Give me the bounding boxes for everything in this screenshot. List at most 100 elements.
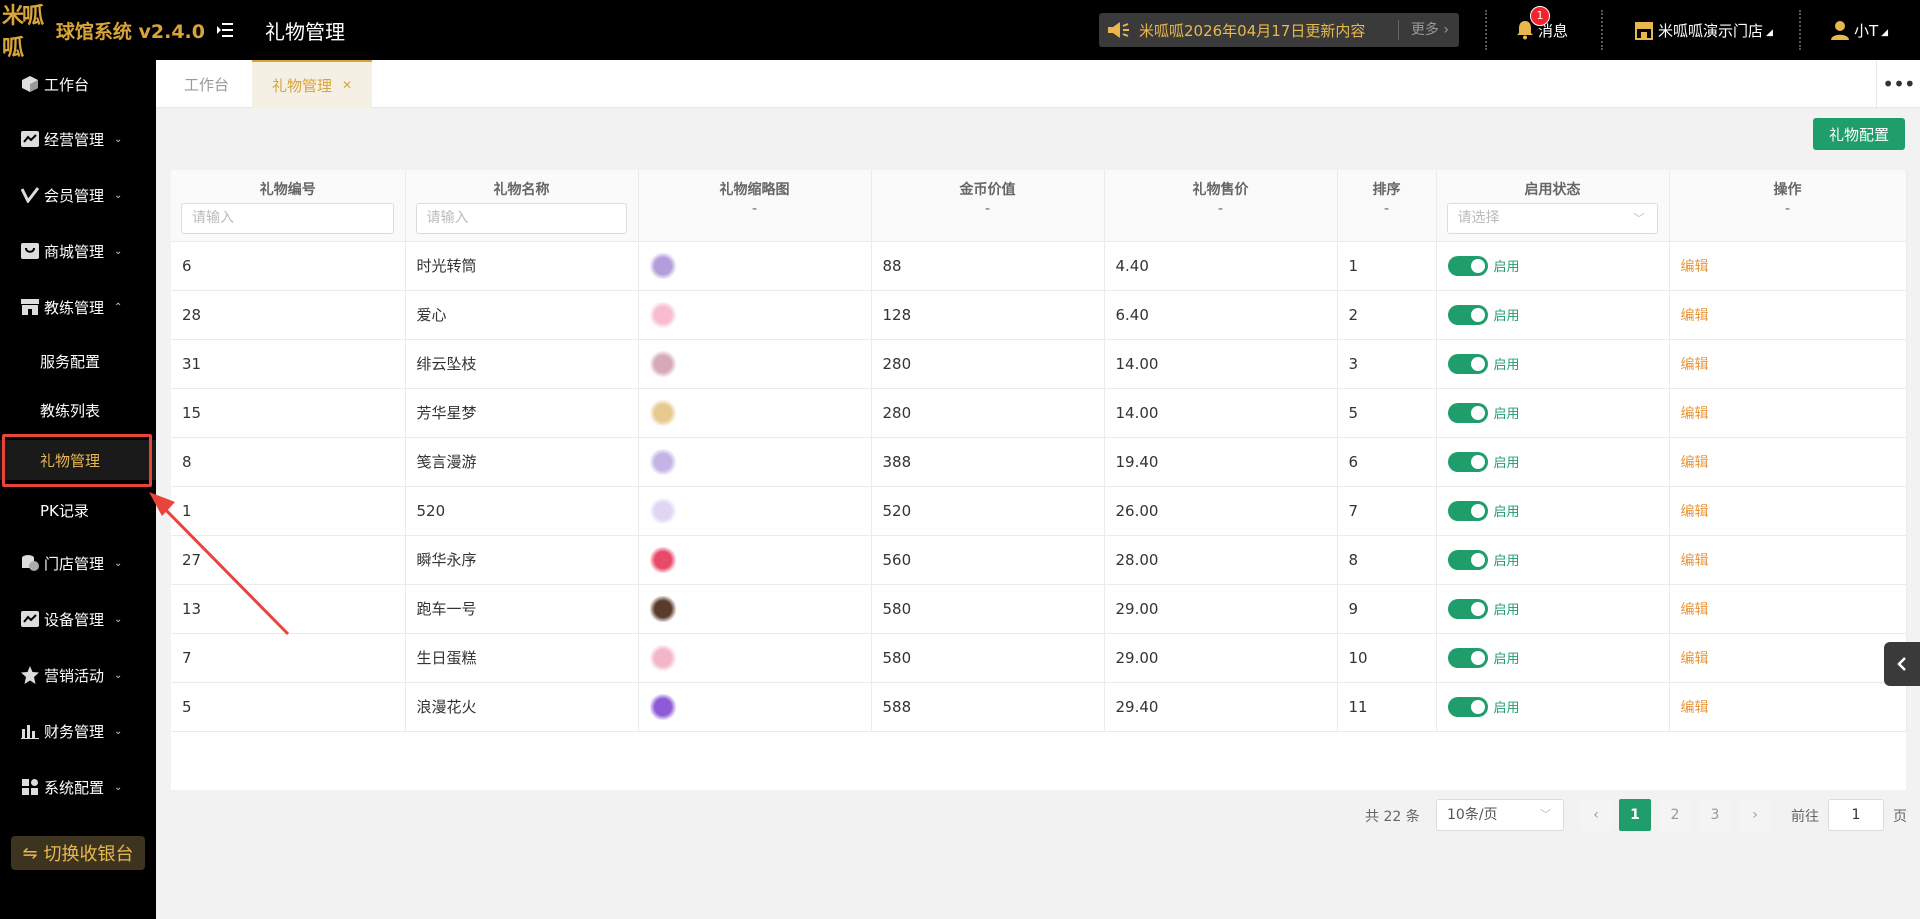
gift-thumbnail[interactable] <box>649 644 676 671</box>
cell-gift-id: 27 <box>171 535 406 585</box>
sidebar-subitem-service-config[interactable]: 服务配置 <box>0 341 156 381</box>
col-header-coin: 金币价值 - <box>871 170 1105 242</box>
page-size-select[interactable]: 10条/页 ﹀ <box>1436 799 1564 831</box>
page-button-3[interactable]: 3 <box>1699 799 1731 831</box>
status-toggle[interactable] <box>1447 647 1488 668</box>
sidebar-item-workbench[interactable]: 工作台 <box>0 64 156 104</box>
user-menu[interactable]: 小T ◢ <box>1830 0 1888 60</box>
edit-link[interactable]: 编辑 <box>1681 455 1709 471</box>
cell-gift-id: 6 <box>171 241 406 291</box>
status-filter-select[interactable]: 请选择 ﹀ <box>1446 203 1658 234</box>
status-toggle[interactable] <box>1447 500 1488 521</box>
cell-gift-name: 生日蛋糕 <box>405 633 639 683</box>
notice-more-link[interactable]: 更多 › <box>1397 20 1459 40</box>
sidebar-item-label: 营销活动 <box>44 666 105 685</box>
cell-status: 启用 <box>1436 584 1670 634</box>
collapse-menu-button[interactable] <box>205 0 245 60</box>
cell-gift-id: 15 <box>171 388 406 438</box>
table-row: 6 时光转筒 88 4.40 1 启用 编辑 <box>171 241 1907 291</box>
gift-table: 礼物编号 请输入 礼物名称 请输入 礼物缩略图 - 金币价值 - 礼物售价 - 排序 - 启… <box>171 170 1907 790</box>
status-toggle[interactable] <box>1447 549 1488 570</box>
status-label: 启用 <box>1493 260 1520 275</box>
sidebar-item-label: 工作台 <box>44 75 90 94</box>
sidebar-item-business[interactable]: 经营管理 ⌄ <box>0 119 156 159</box>
tab-gift-management[interactable]: 礼物管理 ✕ <box>252 60 373 108</box>
update-notice[interactable]: 米呱呱2026年04月17日更新内容 更多 › <box>1099 13 1459 47</box>
sidebar-item-coach[interactable]: 教练管理 ⌃ <box>0 287 156 327</box>
header-divider <box>1799 10 1801 50</box>
more-options-icon[interactable]: ••• <box>1876 60 1920 108</box>
sidebar-item-mall[interactable]: 商城管理 ⌄ <box>0 231 156 271</box>
edit-link[interactable]: 编辑 <box>1681 504 1709 520</box>
cell-thumbnail <box>638 633 872 683</box>
messages-button[interactable]: 1 消息 <box>1516 0 1568 60</box>
gift-thumbnail[interactable] <box>649 595 676 622</box>
sidebar-subitem-label: 教练列表 <box>40 401 101 420</box>
switch-cashier-button[interactable]: ⇋ 切换收银台 <box>11 836 145 870</box>
edit-link[interactable]: 编辑 <box>1681 357 1709 373</box>
close-icon[interactable]: ✕ <box>342 78 352 92</box>
status-label: 启用 <box>1493 701 1520 716</box>
next-page-button[interactable]: › <box>1739 799 1771 831</box>
cell-sort: 8 <box>1337 535 1437 585</box>
goto-page-input[interactable]: 1 <box>1828 799 1884 831</box>
cell-coin-value: 280 <box>871 339 1105 389</box>
chevron-down-icon: ⌄ <box>114 133 123 145</box>
header-divider <box>1485 10 1487 50</box>
cell-coin-value: 388 <box>871 437 1105 487</box>
status-toggle[interactable] <box>1447 451 1488 472</box>
status-label: 启用 <box>1493 407 1520 422</box>
gift-thumbnail[interactable] <box>649 497 676 524</box>
col-header-price: 礼物售价 - <box>1104 170 1338 242</box>
status-toggle[interactable] <box>1447 255 1488 276</box>
gift-thumbnail[interactable] <box>649 546 676 573</box>
gift-config-button[interactable]: 礼物配置 <box>1813 118 1905 150</box>
edit-link[interactable]: 编辑 <box>1681 553 1709 569</box>
cell-status: 启用 <box>1436 633 1670 683</box>
status-toggle[interactable] <box>1447 598 1488 619</box>
status-label: 启用 <box>1493 505 1520 520</box>
sidebar-subitem-coach-list[interactable]: 教练列表 <box>0 390 156 430</box>
tab-workbench[interactable]: 工作台 <box>164 60 249 108</box>
gift-thumbnail[interactable] <box>649 448 676 475</box>
edit-link[interactable]: 编辑 <box>1681 406 1709 422</box>
status-toggle[interactable] <box>1447 402 1488 423</box>
flag-icon <box>20 129 40 149</box>
edit-link[interactable]: 编辑 <box>1681 259 1709 275</box>
edit-link[interactable]: 编辑 <box>1681 602 1709 618</box>
store-selector[interactable]: 米呱呱演示门店 ◢ <box>1634 0 1773 60</box>
gift-thumbnail[interactable] <box>649 399 676 426</box>
col-header-status: 启用状态 请选择 ﹀ <box>1436 170 1670 242</box>
edit-link[interactable]: 编辑 <box>1681 651 1709 667</box>
edit-link[interactable]: 编辑 <box>1681 308 1709 324</box>
sidebar-item-stores[interactable]: 门店管理 ⌄ <box>0 543 156 583</box>
sidebar-item-marketing[interactable]: 营销活动 ⌄ <box>0 655 156 695</box>
logo[interactable]: 米呱呱 球馆系统 v2.4.0 <box>0 0 205 61</box>
side-panel-toggle[interactable] <box>1884 642 1920 686</box>
status-toggle[interactable] <box>1447 353 1488 374</box>
id-filter-input[interactable]: 请输入 <box>181 203 394 234</box>
sidebar-item-finance[interactable]: 财务管理 ⌄ <box>0 711 156 751</box>
sidebar-item-label: 经营管理 <box>44 130 105 149</box>
status-toggle[interactable] <box>1447 696 1488 717</box>
cell-coin-value: 588 <box>871 682 1105 732</box>
name-filter-input[interactable]: 请输入 <box>415 203 627 234</box>
chevron-right-icon: › <box>1443 22 1449 38</box>
gift-thumbnail[interactable] <box>649 350 676 377</box>
sidebar-item-members[interactable]: 会员管理 ⌄ <box>0 175 156 215</box>
sidebar-subitem-pk-records[interactable]: PK记录 <box>0 490 156 530</box>
gift-thumbnail[interactable] <box>649 693 676 720</box>
sidebar-item-label: 系统配置 <box>44 778 105 797</box>
prev-page-button[interactable]: ‹ <box>1580 799 1612 831</box>
page-button-2[interactable]: 2 <box>1659 799 1691 831</box>
sidebar-item-system[interactable]: 系统配置 ⌄ <box>0 767 156 807</box>
sidebar-subitem-gift-management[interactable]: 礼物管理 <box>0 440 156 480</box>
gift-thumbnail[interactable] <box>649 252 676 279</box>
sidebar-item-devices[interactable]: 设备管理 ⌄ <box>0 599 156 639</box>
cell-price: 19.40 <box>1104 437 1338 487</box>
table-row: 7 生日蛋糕 580 29.00 10 启用 编辑 <box>171 633 1907 683</box>
page-button-1[interactable]: 1 <box>1619 799 1651 831</box>
gift-thumbnail[interactable] <box>649 301 676 328</box>
status-toggle[interactable] <box>1447 304 1488 325</box>
edit-link[interactable]: 编辑 <box>1681 700 1709 716</box>
